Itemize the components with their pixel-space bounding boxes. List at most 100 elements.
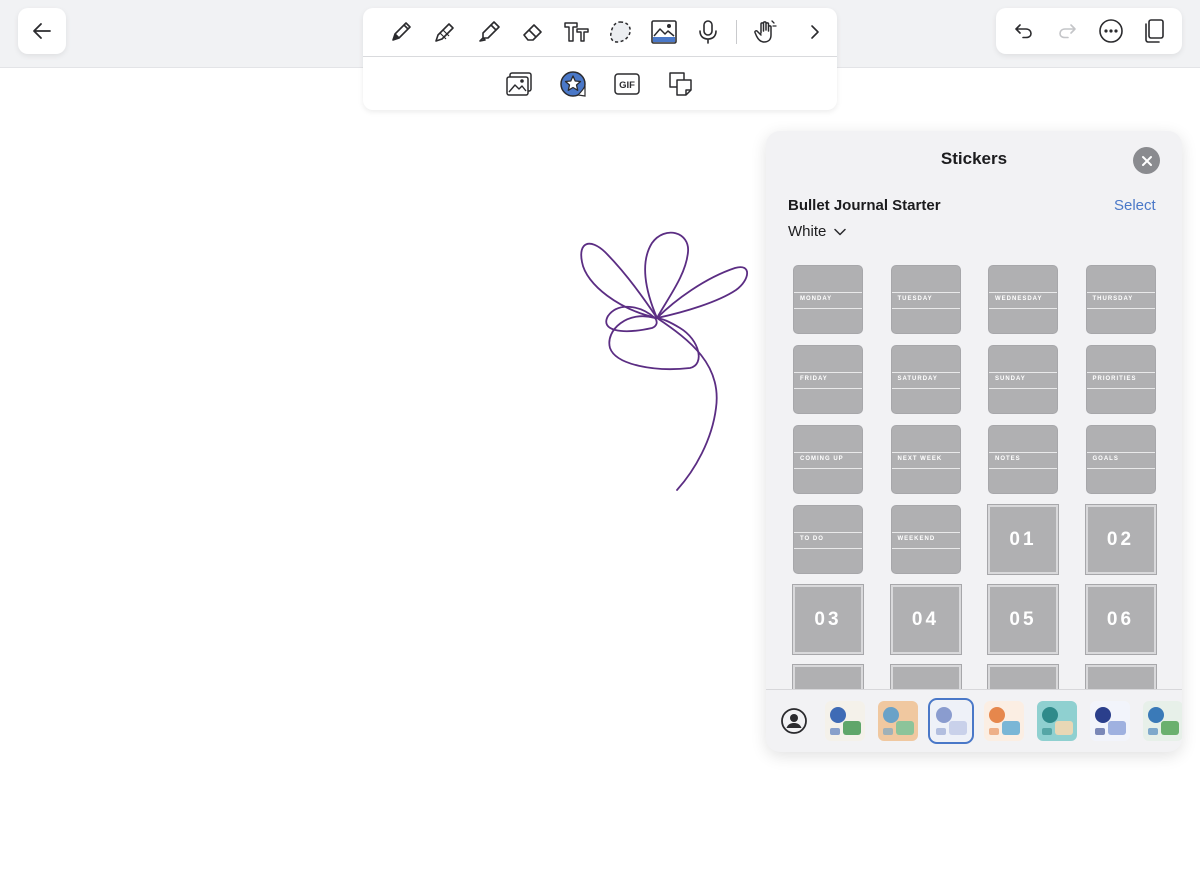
my-stickers-button[interactable] bbox=[780, 707, 808, 735]
pack-storefront-thumbnail[interactable] bbox=[1037, 701, 1077, 741]
sticker-item[interactable]: WEDNESDAY bbox=[988, 265, 1058, 334]
pages-button[interactable] bbox=[1133, 11, 1177, 51]
close-panel-button[interactable] bbox=[1133, 147, 1160, 174]
eraser-tool-button[interactable] bbox=[511, 12, 555, 52]
undo-icon bbox=[1014, 24, 1032, 39]
sticker-label: MONDAY bbox=[800, 296, 833, 302]
close-icon bbox=[1141, 155, 1152, 166]
panel-title: Stickers bbox=[940, 149, 1008, 168]
stickers-panel: Stickers Bullet Journal Starter Select W… bbox=[766, 131, 1182, 752]
document-actions bbox=[996, 8, 1182, 54]
sticker-item[interactable] bbox=[792, 664, 864, 689]
pencil-tool-button[interactable] bbox=[423, 12, 467, 52]
sticker-pack-bar bbox=[766, 689, 1182, 752]
sticker-item[interactable]: TO DO bbox=[793, 505, 863, 574]
sticker-item[interactable]: 04 bbox=[889, 584, 962, 655]
audio-tool-button[interactable] bbox=[686, 12, 730, 52]
sticker-number: 04 bbox=[911, 608, 940, 630]
highlighter-tool-button[interactable] bbox=[467, 12, 511, 52]
sticker-label: GOALS bbox=[1092, 456, 1119, 462]
sticker-number: 05 bbox=[1009, 608, 1037, 630]
sticker-label: WEDNESDAY bbox=[995, 296, 1043, 302]
sticker-item[interactable]: PRIORITIES bbox=[1085, 345, 1156, 414]
sticker-item[interactable]: WEEKEND bbox=[890, 505, 961, 574]
sticker-item[interactable]: SATURDAY bbox=[890, 345, 961, 414]
chevron-right-icon bbox=[811, 25, 819, 39]
sticker-label: WEEKEND bbox=[897, 536, 936, 542]
sticker-number: 02 bbox=[1106, 528, 1135, 550]
image-icon bbox=[651, 20, 678, 44]
eraser-icon bbox=[522, 24, 542, 41]
pack-art bbox=[878, 701, 918, 741]
sticker-item[interactable]: GOALS bbox=[1085, 425, 1156, 494]
sticker-label: SUNDAY bbox=[995, 376, 1026, 382]
sticker-label: SATURDAY bbox=[897, 376, 938, 382]
text-icon bbox=[563, 22, 589, 42]
sticker-label: PRIORITIES bbox=[1092, 376, 1137, 382]
arrow-left-icon bbox=[33, 23, 51, 39]
sticker-item[interactable] bbox=[889, 664, 962, 689]
touch-icon bbox=[754, 20, 777, 43]
tool-row-primary bbox=[363, 8, 837, 56]
sticker-grid: MONDAY TUESDAY WEDNESDAY THURSDAY FRIDAY SATU… bbox=[766, 261, 1182, 689]
sticker-label: NEXT WEEK bbox=[897, 456, 943, 462]
pen-icon bbox=[392, 22, 411, 41]
sticker-label: NOTES bbox=[995, 456, 1021, 462]
text-tool-button[interactable] bbox=[555, 12, 599, 52]
sticker-item[interactable]: MONDAY bbox=[793, 265, 863, 334]
sticker-number: 03 bbox=[814, 608, 842, 630]
undo-button[interactable] bbox=[1002, 11, 1046, 51]
sticker-item[interactable]: COMING UP bbox=[793, 425, 863, 494]
sticker-item[interactable]: TUESDAY bbox=[890, 265, 961, 334]
flower-doodle bbox=[580, 231, 749, 491]
sticker-item[interactable]: 01 bbox=[987, 504, 1059, 575]
redo-button[interactable] bbox=[1046, 11, 1090, 51]
pages-icon bbox=[1145, 19, 1165, 43]
more-options-button[interactable] bbox=[1089, 11, 1133, 51]
pack-bullet-journal-thumbnail[interactable] bbox=[928, 698, 974, 744]
sticker-number: 06 bbox=[1106, 608, 1135, 630]
pack-stationery-thumbnail[interactable] bbox=[1090, 701, 1130, 741]
toolbar-divider bbox=[736, 20, 738, 44]
highlighter-icon bbox=[478, 21, 500, 42]
redo-icon bbox=[1059, 24, 1077, 39]
pack-landscape-thumbnail[interactable] bbox=[878, 701, 918, 741]
sticker-item[interactable]: NEXT WEEK bbox=[890, 425, 961, 494]
microphone-icon bbox=[699, 20, 718, 44]
sticker-item[interactable] bbox=[987, 664, 1059, 689]
pack-art bbox=[825, 701, 865, 741]
sticker-item[interactable]: NOTES bbox=[988, 425, 1058, 494]
pack-art bbox=[984, 701, 1024, 741]
sticker-pack-name: Bullet Journal Starter bbox=[788, 197, 941, 214]
sticker-grid-scroll[interactable]: MONDAY TUESDAY WEDNESDAY THURSDAY FRIDAY SATU… bbox=[766, 261, 1182, 689]
sticker-item[interactable]: THURSDAY bbox=[1085, 265, 1156, 334]
sticker-label: TO DO bbox=[800, 536, 824, 542]
more-tools-button[interactable] bbox=[793, 12, 837, 52]
sticker-item[interactable]: FRIDAY bbox=[793, 345, 863, 414]
lasso-icon bbox=[610, 21, 632, 43]
pack-art bbox=[1090, 701, 1130, 741]
pack-art bbox=[1037, 701, 1077, 741]
sticker-item[interactable]: 03 bbox=[792, 584, 864, 655]
pack-doodles-thumbnail[interactable] bbox=[825, 701, 865, 741]
pack-food-thumbnail[interactable] bbox=[984, 701, 1024, 741]
sticker-label: COMING UP bbox=[800, 456, 844, 462]
touch-mode-button[interactable] bbox=[743, 12, 787, 52]
pack-art bbox=[1143, 701, 1182, 741]
back-button[interactable] bbox=[18, 8, 66, 54]
sticker-item[interactable]: 02 bbox=[1084, 504, 1157, 575]
sticker-item[interactable]: 06 bbox=[1084, 584, 1157, 655]
pen-tool-button[interactable] bbox=[379, 12, 423, 52]
sticker-item[interactable]: 05 bbox=[987, 584, 1059, 655]
variant-label: White bbox=[788, 223, 827, 240]
variant-dropdown[interactable]: White bbox=[788, 223, 847, 240]
sticker-item[interactable]: SUNDAY bbox=[988, 345, 1058, 414]
lasso-tool-button[interactable] bbox=[599, 12, 643, 52]
image-tool-button[interactable] bbox=[642, 12, 686, 52]
sticker-label: TUESDAY bbox=[897, 296, 933, 302]
select-button[interactable]: Select bbox=[1114, 197, 1156, 214]
pencil-icon bbox=[435, 23, 454, 42]
chevron-down-icon bbox=[834, 228, 847, 235]
sticker-item[interactable] bbox=[1084, 664, 1157, 689]
pack-planet-thumbnail[interactable] bbox=[1143, 701, 1182, 741]
